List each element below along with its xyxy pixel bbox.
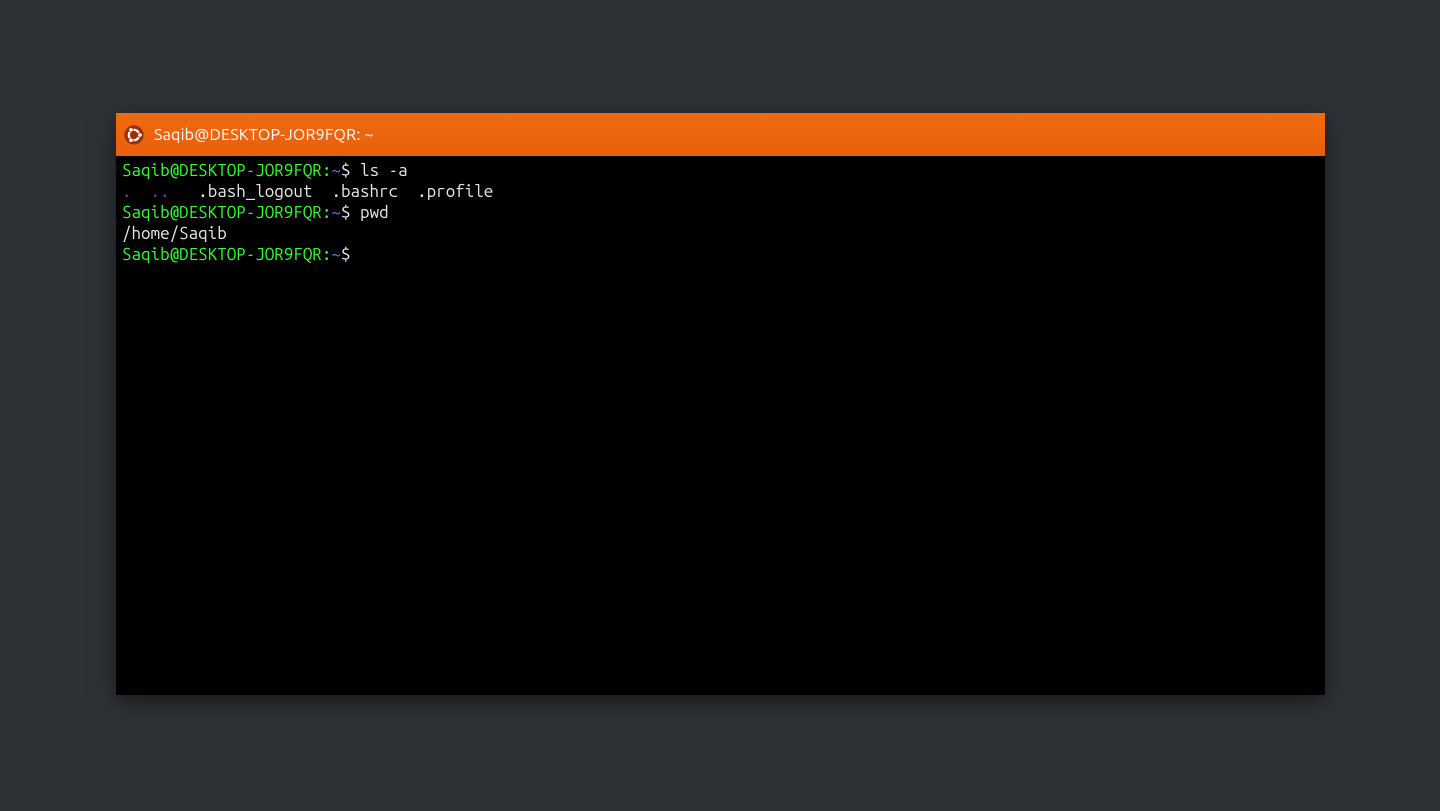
prompt-path: ~ [331, 203, 341, 222]
command-2-text: pwd [360, 203, 389, 222]
prompt-path: ~ [331, 161, 341, 180]
prompt-line-2: Saqib@DESKTOP-JOR9FQR:~$ pwd [122, 202, 1319, 223]
prompt-line-1: Saqib@DESKTOP-JOR9FQR:~$ ls -a [122, 160, 1319, 181]
terminal-body[interactable]: Saqib@DESKTOP-JOR9FQR:~$ ls -a . .. .bas… [116, 156, 1325, 695]
ls-output: . .. .bash_logout .bashrc .profile [122, 181, 1319, 202]
ubuntu-icon [124, 125, 144, 145]
terminal-window: Saqib@DESKTOP-JOR9FQR: ~ Saqib@DESKTOP-J… [116, 113, 1325, 695]
prompt-path: ~ [331, 245, 341, 264]
prompt-user: Saqib@DESKTOP-JOR9FQR [122, 161, 322, 180]
command-1-text: ls -a [360, 161, 408, 180]
ls-files: .bash_logout .bashrc .profile [170, 182, 494, 201]
prompt-symbol: $ [341, 203, 351, 222]
ls-dots: . .. [122, 182, 170, 201]
command-1 [351, 161, 361, 180]
window-title: Saqib@DESKTOP-JOR9FQR: ~ [154, 126, 374, 144]
prompt-user: Saqib@DESKTOP-JOR9FQR [122, 203, 322, 222]
prompt-line-3: Saqib@DESKTOP-JOR9FQR:~$ [122, 244, 1319, 265]
prompt-user: Saqib@DESKTOP-JOR9FQR [122, 245, 322, 264]
prompt-symbol: $ [341, 161, 351, 180]
prompt-symbol: $ [341, 245, 351, 264]
pwd-output: /home/Saqib [122, 223, 1319, 244]
title-bar[interactable]: Saqib@DESKTOP-JOR9FQR: ~ [116, 113, 1325, 156]
